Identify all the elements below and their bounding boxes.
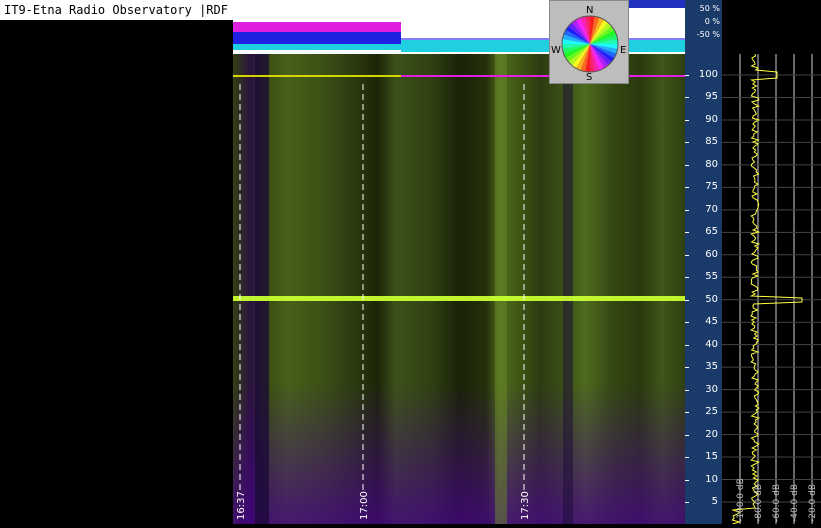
frequency-tick-label: 55 (705, 271, 718, 283)
level-tick-label: -100.0 dB (736, 478, 746, 522)
frequency-tick-mark (685, 232, 689, 234)
frequency-tick-label: 35 (705, 361, 718, 373)
frequency-tick-label: 65 (705, 226, 718, 238)
frequency-tick-label: 25 (705, 406, 718, 418)
direction-band-cyan-left (233, 44, 401, 50)
level-tick-label: -20.0 dB (808, 483, 818, 522)
frequency-tick-mark (685, 142, 689, 144)
compass-rose: N S E W (549, 0, 629, 84)
frequency-tick-mark (685, 412, 689, 414)
percent-label-0: 0 % (704, 17, 720, 26)
percent-scale: 50 % 0 % -50 % (685, 0, 722, 54)
frequency-tick-label: 15 (705, 451, 718, 463)
compass-north-label: N (586, 5, 594, 16)
time-label-1730: 17:30 (520, 491, 531, 520)
frequency-tick-label: 45 (705, 316, 718, 328)
harmonic-line-100hz-left (233, 75, 401, 77)
spectrum-level-panel: -100.0 dB -80.0 dB -60.0 dB -40.0 dB -20.0 d… (722, 53, 821, 525)
time-label-1700: 17:00 (359, 491, 370, 520)
frequency-tick-mark (685, 277, 689, 279)
frequency-tick-mark (685, 479, 689, 481)
harmonic-line-100hz-right (401, 75, 685, 77)
direction-band-blue (233, 32, 401, 44)
frequency-tick-mark (685, 367, 689, 369)
direction-band-cyan (401, 40, 685, 52)
direction-band-edge (401, 38, 685, 40)
frequency-tick-mark (685, 434, 689, 436)
empty-corner (722, 0, 821, 54)
frequency-tick-label: 90 (705, 113, 718, 125)
frequency-tick-mark (685, 209, 689, 211)
mains-line-50hz (233, 296, 685, 301)
frequency-tick-mark (685, 97, 689, 99)
frequency-tick-label: 40 (705, 338, 718, 350)
frequency-tick-mark (685, 389, 689, 391)
bright-vertical-band (495, 54, 507, 524)
percent-label-50: 50 % (699, 4, 720, 13)
frequency-tick-mark (685, 187, 689, 189)
frequency-tick-mark (685, 344, 689, 346)
frequency-tick-mark (685, 75, 689, 76)
spectrogram: 16:37 17:00 17:30 (233, 54, 685, 524)
frequency-tick-label: 75 (705, 181, 718, 193)
frequency-tick-mark (685, 457, 689, 459)
frequency-tick-mark (685, 502, 689, 503)
frequency-tick-label: 5 (711, 496, 718, 507)
frequency-tick-label: 100 (698, 69, 718, 80)
compass-east-label: E (620, 45, 627, 56)
compass-west-label: W (551, 45, 561, 56)
spectrum-level-graphic (722, 53, 821, 525)
frequency-tick-mark (685, 299, 689, 301)
level-tick-label: -40.0 dB (790, 483, 800, 522)
frequency-tick-label: 20 (705, 428, 718, 440)
dark-vertical-band (563, 54, 573, 524)
frequency-tick-label: 60 (705, 248, 718, 260)
frequency-tick-mark (685, 164, 689, 166)
level-tick-label: -60.0 dB (772, 483, 782, 522)
frequency-tick-label: 30 (705, 383, 718, 395)
frequency-tick-label: 50 (705, 293, 718, 305)
frequency-axis: 100 95 90 85 80 75 70 65 60 55 50 45 40 35 30 25 20 15 10 5 (685, 54, 722, 524)
frequency-tick-label: 10 (705, 473, 718, 485)
frequency-tick-label: 95 (705, 91, 718, 103)
direction-band-magenta (233, 22, 401, 32)
compass-south-label: S (586, 72, 593, 83)
frequency-tick-mark (685, 254, 689, 256)
frequency-tick-label: 80 (705, 158, 718, 170)
level-tick-label: -80.0 dB (754, 483, 764, 522)
empty-panel (0, 20, 233, 524)
frequency-tick-mark (685, 322, 689, 324)
time-label-1637: 16:37 (236, 491, 247, 520)
spectrogram-overlay (233, 54, 685, 524)
frequency-tick-label: 70 (705, 203, 718, 215)
frequency-tick-label: 85 (705, 136, 718, 148)
percent-label-minus-50: -50 % (696, 30, 720, 39)
dark-vertical-band (255, 54, 269, 524)
frequency-tick-mark (685, 119, 689, 121)
